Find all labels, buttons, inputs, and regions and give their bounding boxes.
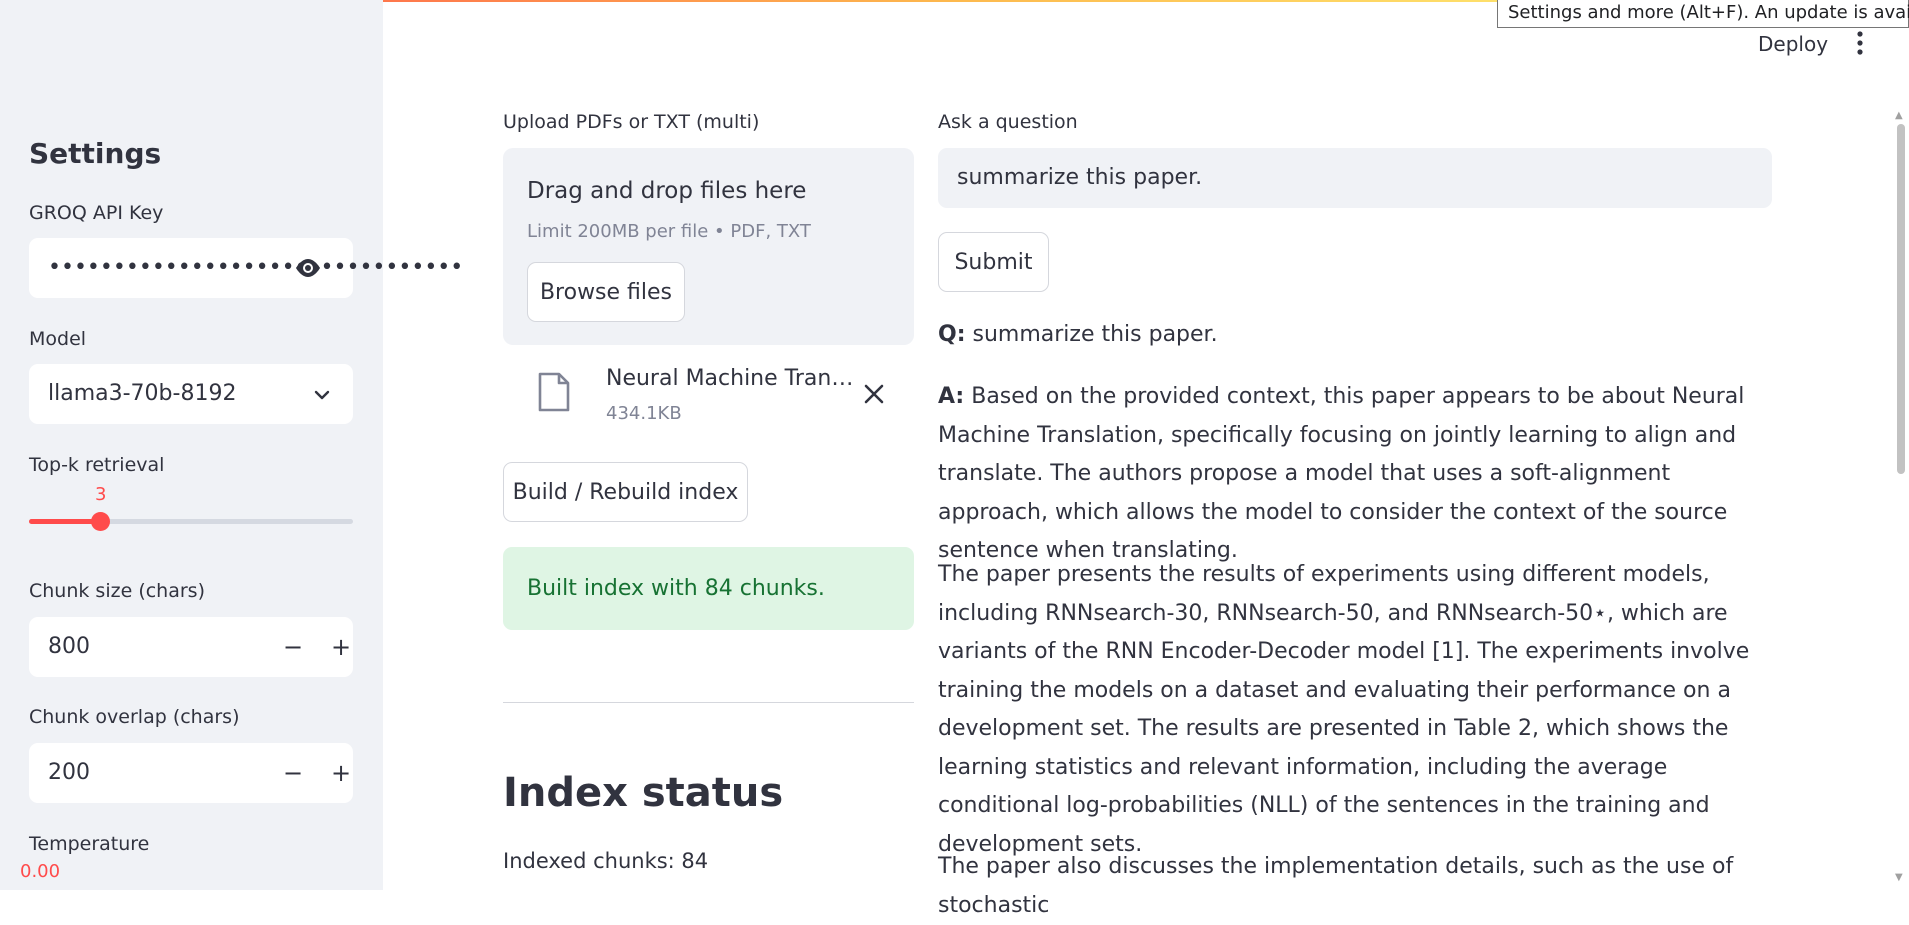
topk-label: Top-k retrieval bbox=[29, 454, 165, 476]
chunk-size-decrement-button[interactable]: − bbox=[277, 631, 309, 663]
model-value: llama3-70b-8192 bbox=[48, 381, 237, 406]
answer-prefix: A: bbox=[938, 384, 965, 409]
file-dropzone[interactable]: Drag and drop files here Limit 200MB per… bbox=[503, 148, 914, 345]
temperature-value: 0.00 bbox=[20, 861, 61, 882]
temperature-label: Temperature bbox=[29, 833, 150, 855]
model-select[interactable]: llama3-70b-8192 bbox=[29, 364, 353, 424]
upload-label: Upload PDFs or TXT (multi) bbox=[503, 111, 760, 133]
chunk-overlap-input[interactable]: 200 − + bbox=[29, 743, 353, 803]
api-key-field[interactable]: •••••••••••••••••••••••••••••••• bbox=[29, 238, 463, 298]
sidebar: Settings GROQ API Key ••••••••••••••••••… bbox=[0, 0, 463, 890]
browse-files-button[interactable]: Browse files bbox=[527, 262, 685, 322]
chunk-overlap-decrement-button[interactable]: − bbox=[277, 757, 309, 789]
ask-label: Ask a question bbox=[938, 111, 1078, 133]
eye-icon[interactable] bbox=[293, 256, 323, 280]
more-options-icon[interactable] bbox=[1850, 30, 1870, 56]
deploy-button[interactable]: Deploy bbox=[1758, 32, 1828, 56]
settings-tooltip: Settings and more (Alt+F). An update is … bbox=[1497, 0, 1909, 28]
question-prefix: Q: bbox=[938, 322, 966, 347]
chunk-size-value: 800 bbox=[48, 634, 90, 659]
remove-file-icon[interactable] bbox=[862, 382, 886, 406]
topk-slider[interactable] bbox=[29, 512, 353, 531]
question-echo-text: summarize this paper. bbox=[965, 322, 1218, 347]
chunk-size-label: Chunk size (chars) bbox=[29, 580, 205, 602]
scroll-down-icon[interactable]: ▼ bbox=[1895, 872, 1903, 883]
submit-button[interactable]: Submit bbox=[938, 232, 1049, 292]
answer-paragraph-3: The paper also discusses the implementat… bbox=[938, 854, 1734, 918]
indexed-chunks-text: Indexed chunks: 84 bbox=[503, 849, 709, 873]
chunk-size-increment-button[interactable]: + bbox=[325, 631, 357, 663]
uploaded-file-name: Neural Machine Translation by Jointly Le… bbox=[606, 366, 854, 391]
answer-paragraph-2: The paper presents the results of experi… bbox=[938, 562, 1750, 857]
scroll-up-icon[interactable]: ▲ bbox=[1895, 110, 1903, 121]
divider bbox=[503, 702, 914, 703]
dropzone-limit-text: Limit 200MB per file • PDF, TXT bbox=[527, 221, 811, 242]
index-status-heading: Index status bbox=[503, 770, 784, 816]
api-key-value: •••••••••••••••••••••••••••••••• bbox=[48, 255, 464, 280]
question-input[interactable]: summarize this paper. bbox=[938, 148, 1772, 208]
answer-text: Based on the provided context, this pape… bbox=[938, 384, 1745, 563]
success-alert: Built index with 84 chunks. bbox=[503, 547, 914, 630]
question-echo: Q: summarize this paper. bbox=[938, 316, 1768, 355]
model-label: Model bbox=[29, 328, 87, 350]
build-index-button[interactable]: Build / Rebuild index bbox=[503, 462, 748, 522]
answer-paragraph-1: A: Based on the provided context, this p… bbox=[938, 378, 1768, 571]
topk-slider-fill bbox=[29, 519, 100, 524]
topk-value: 3 bbox=[95, 484, 107, 505]
sidebar-title: Settings bbox=[29, 137, 162, 170]
chunk-overlap-increment-button[interactable]: + bbox=[325, 757, 357, 789]
file-icon bbox=[538, 372, 570, 412]
api-key-label: GROQ API Key bbox=[29, 202, 164, 224]
chunk-overlap-label: Chunk overlap (chars) bbox=[29, 706, 240, 728]
dropzone-title: Drag and drop files here bbox=[527, 178, 807, 204]
uploaded-file-size: 434.1KB bbox=[606, 403, 682, 424]
chunk-size-input[interactable]: 800 − + bbox=[29, 617, 353, 677]
topk-slider-thumb[interactable] bbox=[91, 512, 110, 531]
chunk-overlap-value: 200 bbox=[48, 760, 90, 785]
scrollbar-thumb[interactable] bbox=[1897, 124, 1905, 474]
chevron-down-icon bbox=[314, 390, 330, 400]
